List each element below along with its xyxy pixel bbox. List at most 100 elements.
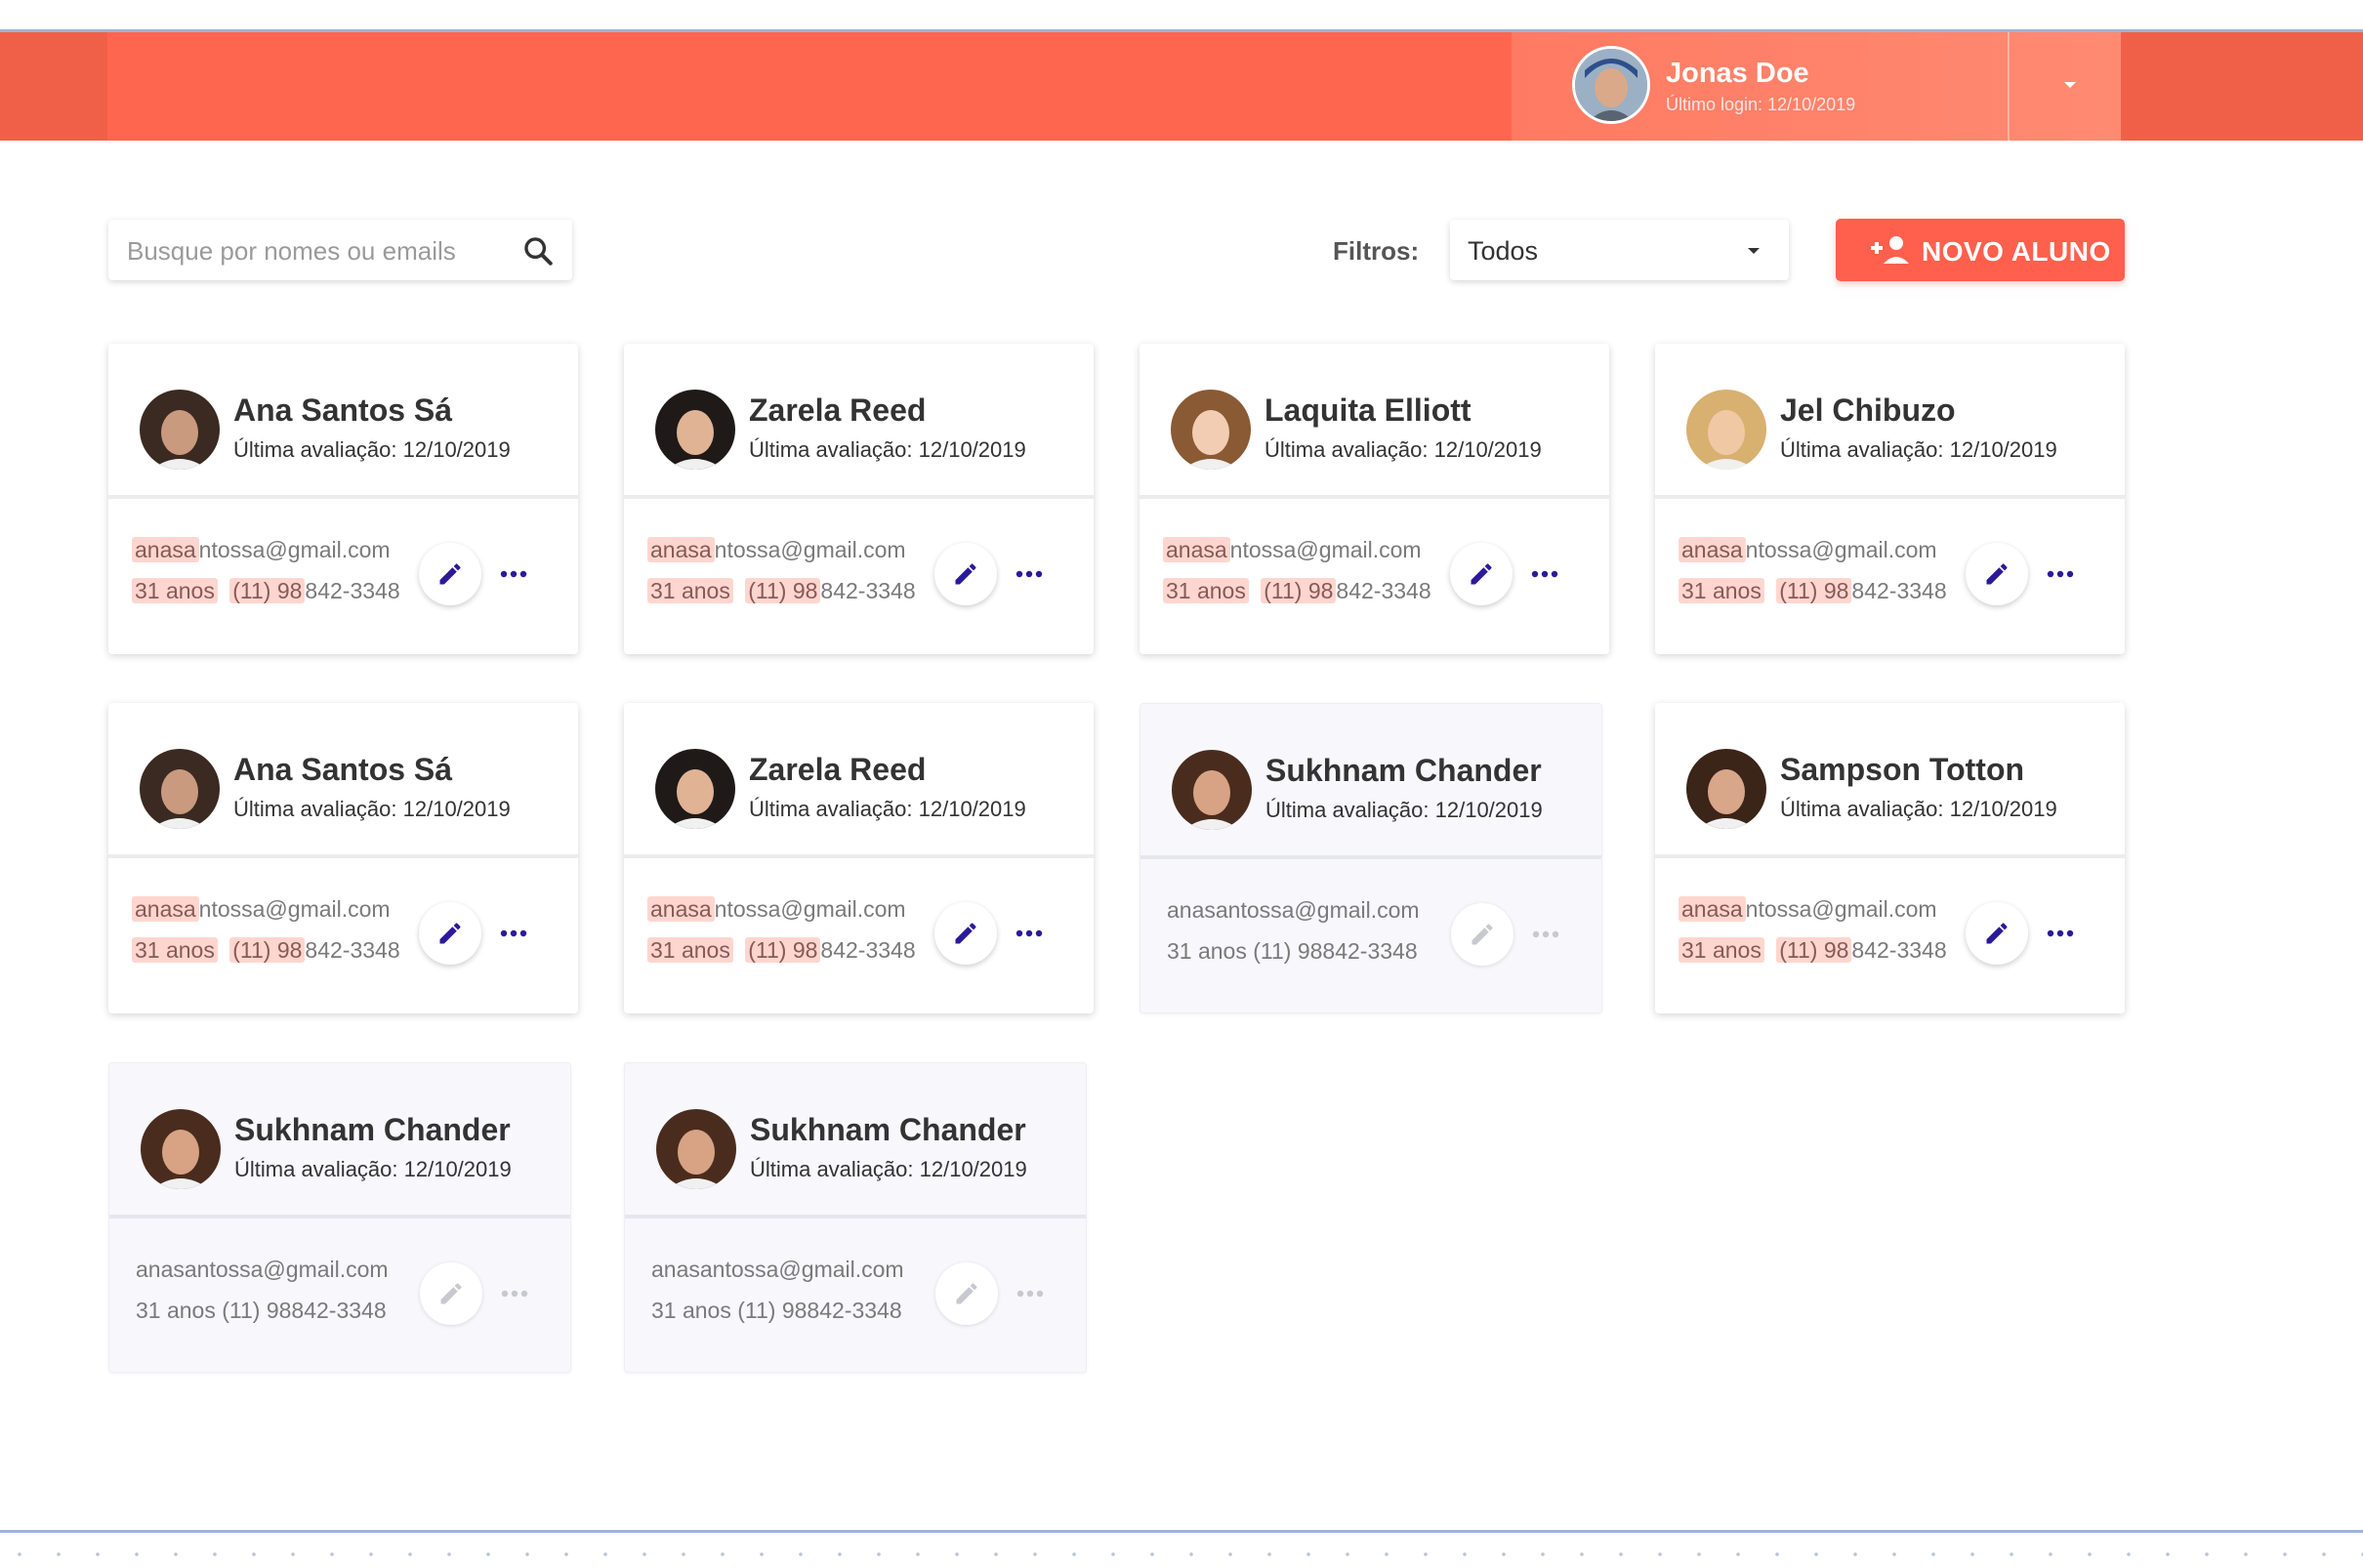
- edit-button[interactable]: [934, 902, 997, 965]
- phone-rest: 842-3348: [1851, 578, 1947, 603]
- student-card[interactable]: Zarela Reed Última avaliação: 12/10/2019…: [624, 703, 1094, 1013]
- email-match-highlight: anasa: [132, 537, 199, 562]
- more-options-button[interactable]: [1528, 560, 1561, 588]
- student-card[interactable]: Sampson Totton Última avaliação: 12/10/2…: [1655, 703, 2125, 1013]
- student-avatar: [141, 1109, 221, 1189]
- email-match-highlight: anasa: [1679, 537, 1746, 562]
- user-name: Jonas Doe: [1666, 58, 1809, 89]
- age-text: 31 anos: [136, 1298, 216, 1323]
- edit-button[interactable]: [935, 1262, 998, 1325]
- last-evaluation: Última avaliação: 12/10/2019: [1264, 437, 1542, 462]
- phone-match-highlight: (11) 98: [1776, 937, 1852, 963]
- student-avatar: [655, 390, 735, 470]
- more-options-button[interactable]: [2044, 920, 2077, 947]
- email-match-highlight: anasa: [1679, 896, 1746, 922]
- edit-button[interactable]: [420, 1262, 482, 1325]
- edit-button[interactable]: [1966, 543, 2028, 605]
- student-card[interactable]: Zarela Reed Última avaliação: 12/10/2019…: [624, 344, 1094, 654]
- more-horizontal-icon: [501, 1290, 528, 1298]
- student-email: anasantossa@gmail.com: [1163, 537, 1422, 563]
- card-divider: [625, 1215, 1086, 1218]
- more-horizontal-icon: [1016, 570, 1043, 578]
- phone-match-highlight: (11) 98: [1776, 578, 1852, 603]
- search-icon[interactable]: [521, 234, 555, 268]
- student-email: anasantossa@gmail.com: [1679, 537, 1937, 563]
- more-options-button[interactable]: [497, 560, 530, 588]
- student-avatar: [1171, 390, 1251, 470]
- email-text: anasantossa@gmail.com: [1167, 897, 1420, 923]
- card-divider: [1140, 855, 1601, 859]
- edit-button[interactable]: [419, 543, 481, 605]
- edit-button[interactable]: [419, 902, 481, 965]
- phone-rest: 842-3348: [305, 937, 400, 963]
- student-card[interactable]: Ana Santos Sá Última avaliação: 12/10/20…: [108, 344, 578, 654]
- age-highlight: 31 anos: [132, 937, 218, 963]
- more-options-button[interactable]: [1013, 560, 1046, 588]
- last-evaluation: Última avaliação: 12/10/2019: [234, 1157, 512, 1181]
- filter-select-value: Todos: [1468, 236, 1539, 266]
- card-divider: [624, 854, 1094, 858]
- pencil-icon: [1472, 924, 1493, 945]
- student-email: anasantossa@gmail.com: [647, 896, 906, 923]
- student-email: anasantossa@gmail.com: [132, 896, 391, 923]
- new-student-button[interactable]: NOVO ALUNO: [1836, 219, 2125, 281]
- last-evaluation: Última avaliação: 12/10/2019: [750, 1157, 1027, 1181]
- student-name: Ana Santos Sá: [233, 752, 453, 787]
- student-card[interactable]: Ana Santos Sá Última avaliação: 12/10/20…: [108, 703, 578, 1013]
- student-email: anasantossa@gmail.com: [651, 1257, 904, 1283]
- student-meta: 31 anos (11) 98842-3348: [647, 578, 916, 604]
- student-card[interactable]: Laquita Elliott Última avaliação: 12/10/…: [1140, 344, 1609, 654]
- age-text: 31 anos: [1167, 938, 1247, 964]
- student-meta: 31 anos (11) 98842-3348: [136, 1298, 387, 1324]
- chevron-down-icon[interactable]: [2058, 73, 2082, 97]
- search-input[interactable]: [125, 220, 519, 282]
- more-horizontal-icon: [1016, 1290, 1044, 1298]
- more-options-button[interactable]: [1014, 1280, 1047, 1307]
- phone-match-highlight: (11) 98: [229, 937, 306, 963]
- pencil-icon: [955, 563, 976, 585]
- add-user-icon: [1871, 234, 1910, 266]
- phone-text: (11) 98842-3348: [737, 1298, 902, 1323]
- more-horizontal-icon: [500, 570, 527, 578]
- chevron-down-icon: [1742, 239, 1765, 263]
- pencil-icon: [1986, 563, 2008, 585]
- more-options-button[interactable]: [2044, 560, 2077, 588]
- student-meta: 31 anos (11) 98842-3348: [132, 937, 400, 964]
- email-match-highlight: anasa: [647, 896, 715, 922]
- phone-match-highlight: (11) 98: [745, 578, 821, 603]
- student-card[interactable]: Sukhnam Chander Última avaliação: 12/10/…: [108, 1062, 571, 1373]
- student-meta: 31 anos (11) 98842-3348: [1679, 937, 1947, 964]
- card-divider: [1655, 495, 2125, 499]
- email-rest: ntossa@gmail.com: [198, 537, 391, 562]
- edit-button[interactable]: [1966, 902, 2028, 965]
- student-name: Sukhnam Chander: [234, 1112, 511, 1147]
- student-card[interactable]: Jel Chibuzo Última avaliação: 12/10/2019…: [1655, 344, 2125, 654]
- email-rest: ntossa@gmail.com: [1745, 896, 1937, 922]
- student-meta: 31 anos (11) 98842-3348: [132, 578, 400, 604]
- student-meta: 31 anos (11) 98842-3348: [1163, 578, 1431, 604]
- pencil-icon: [955, 923, 976, 944]
- edit-button[interactable]: [1451, 903, 1513, 966]
- user-menu[interactable]: Jonas Doe Último login: 12/10/2019: [1512, 32, 2121, 141]
- search-box: [108, 220, 572, 282]
- phone-match-highlight: (11) 98: [229, 578, 306, 603]
- more-options-button[interactable]: [1013, 920, 1046, 947]
- student-avatar: [655, 749, 735, 829]
- more-options-button[interactable]: [497, 920, 530, 947]
- email-text: anasantossa@gmail.com: [136, 1257, 389, 1282]
- student-name: Jel Chibuzo: [1780, 392, 1956, 428]
- filter-select[interactable]: Todos: [1450, 220, 1789, 280]
- phone-rest: 842-3348: [820, 937, 916, 963]
- student-card[interactable]: Sukhnam Chander Última avaliação: 12/10/…: [624, 1062, 1087, 1373]
- edit-button[interactable]: [934, 543, 997, 605]
- edit-button[interactable]: [1450, 543, 1513, 605]
- student-email: anasantossa@gmail.com: [1679, 896, 1937, 923]
- more-options-button[interactable]: [498, 1280, 531, 1307]
- more-options-button[interactable]: [1529, 921, 1562, 948]
- more-horizontal-icon: [2047, 929, 2074, 937]
- student-card[interactable]: Sukhnam Chander Última avaliação: 12/10/…: [1140, 703, 1602, 1013]
- email-text: anasantossa@gmail.com: [651, 1257, 904, 1282]
- email-rest: ntossa@gmail.com: [1745, 537, 1937, 562]
- email-match-highlight: anasa: [1163, 537, 1230, 562]
- user-avatar: [1572, 46, 1650, 124]
